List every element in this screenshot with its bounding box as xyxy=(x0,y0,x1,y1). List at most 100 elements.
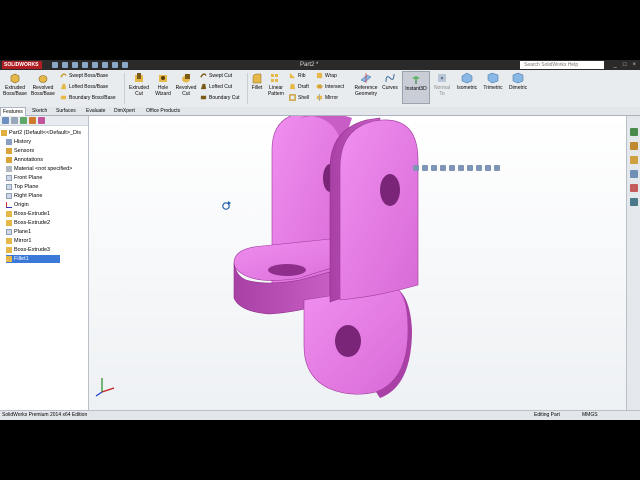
tab-sketch[interactable]: Sketch xyxy=(30,107,49,115)
display-style-icon[interactable] xyxy=(458,165,464,171)
dimetric-button[interactable]: Dimetric xyxy=(506,72,530,91)
tree-history[interactable]: History xyxy=(6,138,31,146)
tree-origin[interactable]: Origin xyxy=(6,201,29,209)
lofted-cut-icon xyxy=(200,83,207,90)
tree-boss-extrude3[interactable]: Boss-Extrude3 xyxy=(6,246,50,254)
quick-access-toolbar xyxy=(52,61,128,69)
window-controls: _ □ × xyxy=(614,61,636,69)
rebuild-icon[interactable] xyxy=(112,62,118,68)
revolved-boss-button[interactable]: Revolved Boss/Base xyxy=(30,72,56,97)
extruded-cut-icon xyxy=(135,73,143,82)
graphics-viewport[interactable] xyxy=(89,116,626,410)
mirror-button[interactable]: Mirror xyxy=(316,94,338,101)
rib-button[interactable]: Rib xyxy=(289,72,306,79)
feature-tree-icon[interactable] xyxy=(2,117,9,124)
hide-show-items-icon[interactable] xyxy=(467,165,473,171)
configuration-manager-icon[interactable] xyxy=(20,117,27,124)
tree-boss-extrude1[interactable]: Boss-Extrude1 xyxy=(6,210,50,218)
normal-to-icon xyxy=(438,74,446,82)
instant3d-button[interactable]: Instant3D xyxy=(402,71,430,104)
history-icon xyxy=(6,139,12,145)
swept-boss-button[interactable]: Swept Boss/Base xyxy=(60,72,108,79)
tree-part-root[interactable]: Part2 (Default<<Default>_Dis xyxy=(1,129,81,137)
select-icon[interactable] xyxy=(102,62,108,68)
fillet-icon xyxy=(252,73,262,84)
maximize-button[interactable]: □ xyxy=(623,61,627,69)
tree-fillet1[interactable]: Fillet1 xyxy=(6,255,60,263)
print-icon[interactable] xyxy=(82,62,88,68)
wrap-button[interactable]: Wrap xyxy=(316,72,337,79)
property-manager-icon[interactable] xyxy=(11,117,18,124)
section-view-icon[interactable] xyxy=(440,165,446,171)
tree-boss-extrude2[interactable]: Boss-Extrude2 xyxy=(6,219,50,227)
tab-evaluate[interactable]: Evaluate xyxy=(84,107,107,115)
tree-annotations[interactable]: Annotations xyxy=(6,156,43,164)
normal-to-button[interactable]: Normal To xyxy=(431,72,453,97)
view-orientation-icon[interactable] xyxy=(449,165,455,171)
tab-surfaces[interactable]: Surfaces xyxy=(54,107,78,115)
shell-button[interactable]: Shell xyxy=(289,94,309,101)
appearances-icon[interactable] xyxy=(630,184,638,192)
rib-icon xyxy=(289,72,296,79)
tree-sensors[interactable]: Sensors xyxy=(6,147,34,155)
open-file-icon[interactable] xyxy=(62,62,68,68)
tree-plane1[interactable]: Plane1 xyxy=(6,228,31,236)
minimize-button[interactable]: _ xyxy=(614,61,617,69)
tree-mirror1[interactable]: Mirror1 xyxy=(6,237,31,245)
boundary-boss-button[interactable]: Boundary Boss/Base xyxy=(60,94,116,101)
lofted-boss-button[interactable]: Lofted Boss/Base xyxy=(60,83,108,90)
dimxpert-manager-icon[interactable] xyxy=(29,117,36,124)
tab-features[interactable]: Features xyxy=(0,107,26,116)
close-button[interactable]: × xyxy=(632,61,636,69)
linear-pattern-button[interactable]: Linear Pattern xyxy=(265,72,287,97)
solidworks-resources-icon[interactable] xyxy=(630,128,638,136)
isometric-button[interactable]: Isometric xyxy=(455,72,479,91)
solidworks-window: SOLIDWORKS Part2 * Search SolidWorks Hel… xyxy=(0,60,640,420)
new-file-icon[interactable] xyxy=(52,62,58,68)
display-manager-icon[interactable] xyxy=(38,117,45,124)
hole-wizard-button[interactable]: Hole Wizard xyxy=(152,72,174,97)
edit-appearance-icon[interactable] xyxy=(476,165,482,171)
tab-office-products[interactable]: Office Products xyxy=(144,107,182,115)
boundary-cut-button[interactable]: Boundary Cut xyxy=(200,94,240,101)
tree-right-plane[interactable]: Right Plane xyxy=(6,192,42,200)
draft-button[interactable]: Draft xyxy=(289,83,309,90)
linear-pattern-icon xyxy=(271,74,278,82)
zoom-area-icon[interactable] xyxy=(422,165,428,171)
apply-scene-icon[interactable] xyxy=(485,165,491,171)
revolved-cut-button[interactable]: Revolved Cut xyxy=(174,72,198,97)
extrude-feature-icon xyxy=(6,220,12,226)
unit-system-selector[interactable]: MMGS xyxy=(582,411,598,420)
view-settings-icon[interactable] xyxy=(494,165,500,171)
extruded-cut-button[interactable]: Extruded Cut xyxy=(127,72,151,97)
mirror-icon xyxy=(316,94,323,101)
view-palette-icon[interactable] xyxy=(630,170,638,178)
rotate-cursor-icon xyxy=(222,201,231,210)
tree-material[interactable]: Material <not specified> xyxy=(6,165,72,173)
swept-cut-button[interactable]: Swept Cut xyxy=(200,72,232,79)
wrap-icon xyxy=(316,72,323,79)
file-explorer-icon[interactable] xyxy=(630,156,638,164)
trimetric-button[interactable]: Trimetric xyxy=(481,72,505,91)
part-model xyxy=(95,116,419,398)
tree-top-plane[interactable]: Top Plane xyxy=(6,183,38,191)
options-icon[interactable] xyxy=(122,62,128,68)
intersect-button[interactable]: Intersect xyxy=(316,83,344,90)
solidworks-logo[interactable]: SOLIDWORKS xyxy=(2,61,42,69)
previous-view-icon[interactable] xyxy=(431,165,437,171)
design-library-icon[interactable] xyxy=(630,142,638,150)
curves-button[interactable]: Curves xyxy=(381,72,399,91)
undo-icon[interactable] xyxy=(92,62,98,68)
tree-front-plane[interactable]: Front Plane xyxy=(6,174,42,182)
lofted-cut-button[interactable]: Lofted Cut xyxy=(200,83,232,90)
custom-properties-icon[interactable] xyxy=(630,198,638,206)
zoom-to-fit-icon[interactable] xyxy=(413,165,419,171)
intersect-icon xyxy=(316,84,323,89)
fillet-button[interactable]: Fillet xyxy=(250,72,264,91)
save-icon[interactable] xyxy=(72,62,78,68)
tab-dimxpert[interactable]: DimXpert xyxy=(112,107,137,115)
part-icon xyxy=(1,130,7,136)
help-search-input[interactable]: Search SolidWorks Help xyxy=(520,61,604,69)
extruded-boss-button[interactable]: Extruded Boss/Base xyxy=(2,72,28,97)
reference-geometry-button[interactable]: Reference Geometry xyxy=(352,72,380,97)
